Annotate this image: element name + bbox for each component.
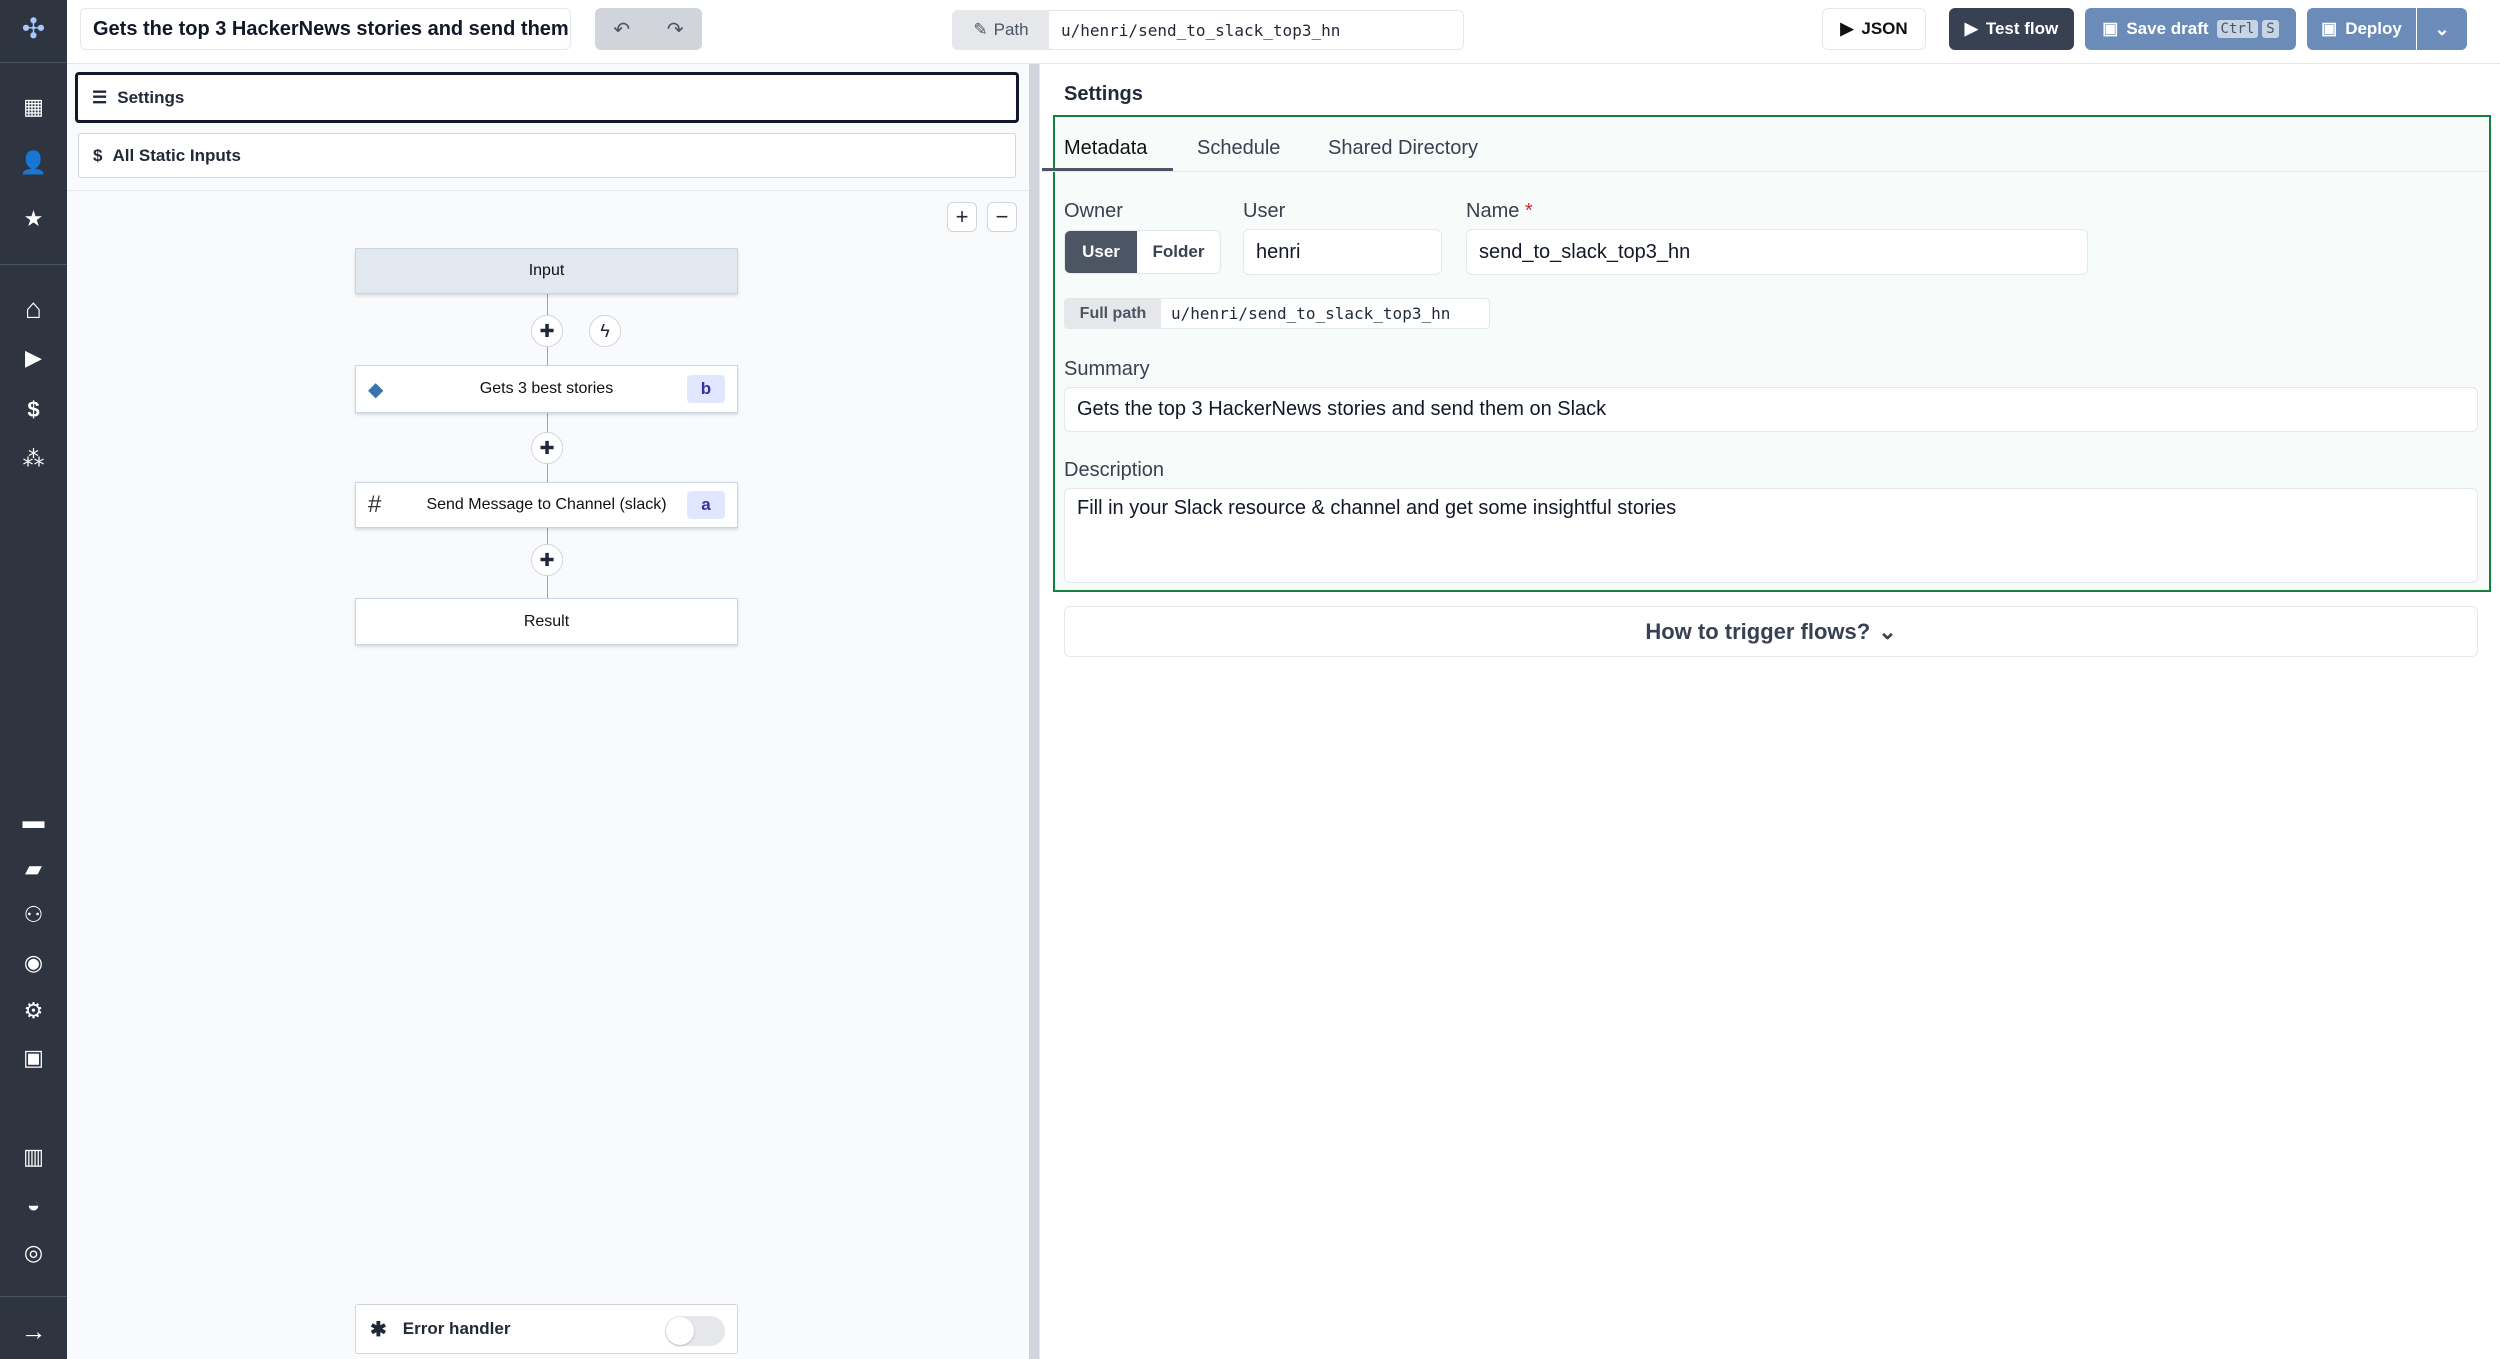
sidebar-divider: [0, 1296, 67, 1297]
lightning-icon: ϟ: [600, 320, 610, 341]
divider: [67, 190, 1029, 191]
description-label: Description: [1064, 459, 1165, 481]
redo-icon[interactable]: ↷: [667, 17, 684, 42]
windmill-logo-icon[interactable]: ✣: [0, 14, 67, 44]
test-flow-button[interactable]: ▶ Test flow: [1949, 8, 2074, 50]
description-textarea[interactable]: Fill in your Slack resource & channel an…: [1064, 488, 2478, 583]
deploy-dropdown-button[interactable]: ⌄: [2417, 8, 2467, 50]
user-label: User: [1243, 200, 1286, 222]
name-input[interactable]: send_to_slack_top3_hn: [1466, 229, 2088, 275]
discord-icon[interactable]: ◒: [0, 1190, 67, 1220]
kbd-ctrl: Ctrl: [2216, 20, 2259, 38]
tab-metadata[interactable]: Metadata: [1064, 137, 1147, 160]
tabs-divider: [1042, 171, 2489, 172]
chevron-down-icon: ⌄: [1878, 618, 1897, 644]
add-step-button[interactable]: ✚: [531, 432, 563, 464]
active-tab-underline: [1042, 168, 1173, 171]
tab-shared-directory[interactable]: Shared Directory: [1328, 137, 1478, 160]
tab-schedule[interactable]: Schedule: [1197, 137, 1280, 160]
plus-icon: ✚: [539, 320, 555, 341]
full-path-value: u/henri/send_to_slack_top3_hn: [1171, 304, 1451, 323]
folder-open-icon[interactable]: ▰: [0, 854, 67, 884]
path-value[interactable]: u/henri/send_to_slack_top3_hn: [1049, 11, 1340, 49]
kbd-s: S: [2262, 20, 2279, 38]
cubes-icon[interactable]: ⁂: [0, 444, 67, 474]
plus-icon: ✚: [539, 437, 555, 458]
toggle-knob: [666, 1317, 694, 1345]
owner-label: Owner: [1064, 200, 1123, 222]
dollar-icon: $: [93, 145, 103, 165]
add-trigger-button[interactable]: ϟ: [589, 315, 621, 347]
node-send-message-slack[interactable]: # Send Message to Channel (slack) a: [355, 482, 738, 528]
arrow-right-icon[interactable]: →: [0, 1316, 67, 1346]
all-static-inputs-item[interactable]: $ All Static Inputs: [78, 133, 1016, 178]
panel-splitter[interactable]: [1029, 64, 1040, 1359]
robot-icon[interactable]: ▣: [0, 1043, 67, 1073]
zoom-out-button[interactable]: −: [987, 202, 1017, 232]
home-icon[interactable]: ⌂: [0, 294, 67, 324]
save-icon: ▣: [2102, 19, 2119, 38]
owner-folder-option[interactable]: Folder: [1137, 231, 1220, 273]
add-step-button[interactable]: ✚: [531, 315, 563, 347]
python-icon: ◆: [368, 378, 384, 401]
summary-input[interactable]: Gets the top 3 HackerNews stories and se…: [1064, 387, 2478, 432]
node-result[interactable]: Result: [355, 598, 738, 645]
building-icon[interactable]: ▦: [0, 92, 67, 122]
deploy-button[interactable]: ▣ Deploy: [2307, 8, 2416, 50]
play-icon[interactable]: ▶: [0, 343, 67, 373]
how-to-trigger-accordion[interactable]: How to trigger flows? ⌄: [1064, 606, 2478, 657]
undo-redo-group: ↶ ↷: [595, 8, 702, 50]
sliders-icon: ☰: [92, 87, 108, 107]
node-input[interactable]: Input: [355, 248, 738, 294]
user-input[interactable]: henri: [1243, 229, 1442, 275]
summary-label: Summary: [1064, 358, 1150, 380]
name-label: Name *: [1466, 200, 1533, 222]
bug-icon: ✱: [370, 1318, 387, 1341]
owner-toggle: User Folder: [1064, 230, 1221, 274]
save-icon: ▣: [2321, 19, 2338, 38]
export-icon: ▶: [1840, 19, 1854, 38]
eye-icon[interactable]: ◉: [0, 948, 67, 978]
users-gear-icon[interactable]: ⚇: [0, 900, 67, 930]
sidebar-divider: [0, 62, 67, 63]
undo-icon[interactable]: ↶: [613, 17, 630, 42]
gear-icon[interactable]: ⚙: [0, 996, 67, 1026]
calendar-icon[interactable]: ▬: [0, 806, 67, 836]
flow-title-text: Gets the top 3 HackerNews stories and se…: [93, 17, 570, 40]
required-asterisk: *: [1524, 200, 1533, 222]
zoom-in-button[interactable]: +: [947, 202, 977, 232]
github-icon[interactable]: ◎: [0, 1238, 67, 1268]
path-label: ✎ Path: [953, 11, 1049, 49]
sidebar: ✣ ▦ 👤 ★ ⌂ ▶ $ ⁂ ▬ ▰ ⚇ ◉ ⚙ ▣ ▥ ◒ ◎ →: [0, 0, 67, 1359]
owner-user-option[interactable]: User: [1065, 231, 1137, 273]
node-id-badge: b: [687, 375, 725, 403]
pencil-icon: ✎: [973, 20, 988, 39]
plus-icon: +: [955, 204, 969, 229]
plus-icon: ✚: [539, 549, 555, 570]
chevron-down-icon: ⌄: [2434, 18, 2450, 39]
error-handler-toggle[interactable]: [665, 1316, 725, 1346]
flow-title-input[interactable]: Gets the top 3 HackerNews stories and se…: [80, 8, 571, 50]
full-path-field: Full path u/henri/send_to_slack_top3_hn: [1064, 298, 1490, 329]
book-open-icon[interactable]: ▥: [0, 1142, 67, 1172]
node-id-badge: a: [687, 491, 725, 519]
dollar-icon[interactable]: $: [0, 395, 67, 425]
settings-item[interactable]: ☰ Settings: [75, 72, 1019, 123]
full-path-label: Full path: [1065, 299, 1161, 328]
star-icon[interactable]: ★: [0, 204, 67, 234]
add-step-button[interactable]: ✚: [531, 544, 563, 576]
user-icon[interactable]: 👤: [0, 148, 67, 178]
play-icon: ▶: [1964, 19, 1978, 38]
minus-icon: −: [995, 204, 1009, 229]
settings-title: Settings: [1064, 83, 1143, 105]
path-field[interactable]: ✎ Path u/henri/send_to_slack_top3_hn: [952, 10, 1464, 50]
save-draft-button[interactable]: ▣ Save draft Ctrl S: [2085, 8, 2296, 50]
node-gets-3-best-stories[interactable]: ◆ Gets 3 best stories b: [355, 365, 738, 413]
sidebar-divider: [0, 264, 67, 265]
slack-icon: #: [368, 491, 382, 518]
json-button[interactable]: ▶ JSON: [1822, 8, 1926, 50]
error-handler[interactable]: ✱ Error handler: [355, 1304, 738, 1354]
